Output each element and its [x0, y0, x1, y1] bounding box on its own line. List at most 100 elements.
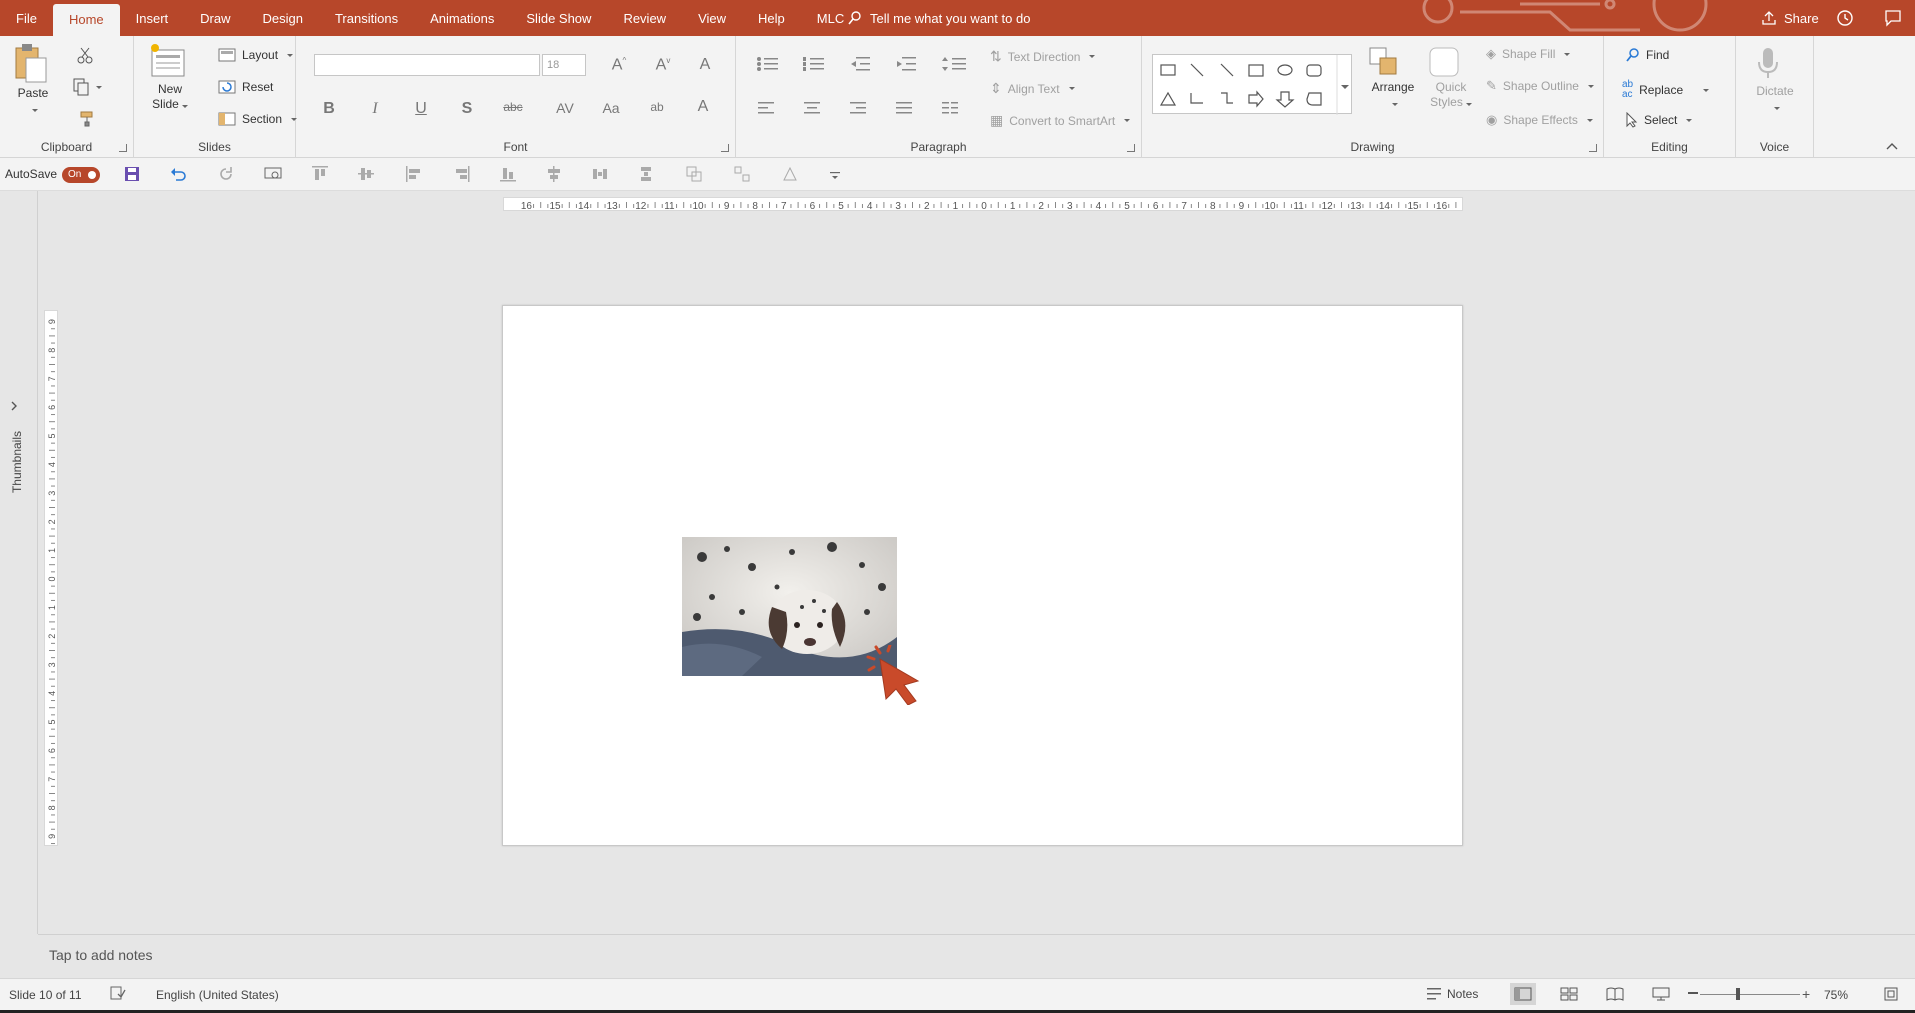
convert-smartart-button[interactable]: ▦ Convert to SmartArt	[990, 112, 1131, 129]
paste-button[interactable]: Paste	[10, 42, 56, 116]
zoom-slider[interactable]	[1700, 988, 1800, 1000]
thumbnails-panel[interactable]: Thumbnails	[0, 191, 38, 934]
shapes-gallery[interactable]	[1152, 54, 1352, 115]
cut-icon[interactable]	[76, 46, 94, 64]
shadow-icon[interactable]: S	[456, 100, 478, 118]
paragraph-launcher[interactable]	[1127, 144, 1135, 152]
arrange-button[interactable]: Arrange	[1366, 44, 1420, 110]
font-launcher[interactable]	[721, 144, 729, 152]
tab-file[interactable]: File	[0, 0, 53, 36]
align-tops-icon[interactable]	[312, 166, 328, 182]
collapse-ribbon-icon[interactable]	[1886, 142, 1898, 150]
language-indicator[interactable]: English (United States)	[156, 988, 279, 1002]
align-left-icon[interactable]	[758, 102, 774, 114]
underline-icon[interactable]: U	[410, 100, 432, 118]
align-middles-icon[interactable]	[358, 166, 374, 182]
new-slide-button[interactable]: New Slide	[148, 42, 192, 112]
replace-button[interactable]: ab ac Replace	[1622, 80, 1710, 100]
tab-transitions[interactable]: Transitions	[319, 0, 414, 36]
autosave-toggle[interactable]: On	[62, 167, 100, 183]
group-icon[interactable]	[686, 166, 702, 182]
justify-icon[interactable]	[896, 102, 912, 114]
reading-view-button[interactable]	[1606, 987, 1624, 1001]
notes-pane[interactable]: Tap to add notes	[38, 934, 1915, 978]
dalmatian-photo[interactable]	[682, 537, 897, 676]
horizontal-ruler[interactable]: 16 15 14 13 12 11 10 9 8 7 6 5 4 3 2 1 0 1 2 3 4 5 6 7 8 9 10 11 12 1…	[503, 197, 1463, 211]
zoom-out-icon[interactable]	[1688, 992, 1698, 994]
dictate-button[interactable]: Dictate	[1750, 44, 1800, 114]
bold-icon[interactable]: B	[318, 100, 340, 118]
zoom-in-icon[interactable]: +	[1802, 986, 1810, 1002]
decrease-indent-icon[interactable]	[850, 56, 872, 72]
align-text-button[interactable]: ⇕ Align Text	[990, 80, 1075, 97]
distribute-horizontally-icon[interactable]	[592, 166, 608, 182]
increase-font-icon[interactable]: A^	[608, 56, 630, 74]
quick-styles-button[interactable]: Quick Styles	[1426, 44, 1476, 110]
font-color-icon[interactable]: A	[692, 98, 714, 116]
tab-view[interactable]: View	[682, 0, 742, 36]
columns-icon[interactable]	[942, 102, 968, 114]
tab-home[interactable]: Home	[52, 4, 120, 36]
notes-toggle-button[interactable]: Notes	[1427, 987, 1478, 1001]
slide-show-button[interactable]	[1652, 987, 1670, 1001]
fit-slide-icon[interactable]	[1884, 987, 1898, 1001]
tab-insert[interactable]: Insert	[120, 0, 185, 36]
align-bottoms-icon[interactable]	[500, 166, 516, 182]
history-icon[interactable]	[1836, 9, 1854, 27]
start-from-beginning-icon[interactable]	[264, 166, 282, 182]
layout-button[interactable]: Layout	[218, 48, 294, 62]
shape-effects-button[interactable]: ◉ Shape Effects	[1486, 112, 1593, 128]
drawing-launcher[interactable]	[1589, 144, 1597, 152]
distribute-vertically-icon[interactable]	[638, 166, 654, 182]
tab-animations[interactable]: Animations	[414, 0, 510, 36]
align-centers-icon[interactable]	[546, 166, 562, 182]
change-case-icon[interactable]: Aa	[600, 100, 622, 116]
format-painter-icon[interactable]	[78, 110, 96, 128]
section-button[interactable]: Section	[218, 112, 298, 126]
save-icon[interactable]	[124, 166, 140, 182]
tab-design[interactable]: Design	[247, 0, 319, 36]
ungroup-icon[interactable]	[734, 166, 750, 182]
align-right-objects-icon[interactable]	[454, 166, 470, 182]
text-direction-button[interactable]: ⇅ Text Direction	[990, 48, 1096, 65]
clipboard-launcher[interactable]	[119, 144, 127, 152]
align-center-icon[interactable]	[804, 102, 820, 114]
zoom-level[interactable]: 75%	[1824, 988, 1848, 1002]
undo-icon[interactable]	[170, 166, 186, 182]
customize-qat-icon[interactable]	[830, 172, 840, 180]
font-name-box[interactable]	[314, 54, 540, 76]
align-left-objects-icon[interactable]	[406, 166, 422, 182]
bullets-icon[interactable]	[756, 56, 786, 72]
shape-outline-button[interactable]: ✎ Shape Outline	[1486, 78, 1594, 94]
clear-formatting-icon[interactable]: A	[694, 56, 716, 74]
normal-view-button[interactable]	[1510, 983, 1536, 1005]
tab-draw[interactable]: Draw	[184, 0, 246, 36]
shape-fill-button[interactable]: ◈ Shape Fill	[1486, 46, 1571, 62]
vertical-ruler[interactable]: 9 8 7 6 5 4 3 2 1 0 1 2 3 4 5 6 7 8 9	[44, 310, 58, 846]
comments-icon[interactable]	[1884, 9, 1902, 27]
numbering-icon[interactable]	[802, 56, 832, 72]
tab-help[interactable]: Help	[742, 0, 801, 36]
find-button[interactable]: Find	[1626, 48, 1669, 62]
slide-canvas[interactable]	[502, 305, 1463, 846]
highlight-icon[interactable]: ab	[646, 100, 668, 114]
slide-sorter-button[interactable]	[1560, 987, 1578, 1001]
decrease-font-icon[interactable]: Av	[652, 56, 674, 74]
tell-me-search[interactable]: Tell me what you want to do	[848, 0, 1030, 36]
spell-check-icon[interactable]	[110, 986, 126, 1000]
zoom-slider-thumb[interactable]	[1736, 988, 1740, 1000]
align-right-icon[interactable]	[850, 102, 866, 114]
reset-button[interactable]: Reset	[218, 80, 273, 94]
select-button[interactable]: Select	[1626, 112, 1693, 128]
strikethrough-icon[interactable]: abc	[502, 100, 524, 114]
tab-review[interactable]: Review	[607, 0, 682, 36]
rotate-icon[interactable]	[782, 166, 798, 182]
italic-icon[interactable]: I	[364, 100, 386, 118]
line-spacing-icon[interactable]	[942, 56, 972, 72]
copy-icon[interactable]	[72, 78, 102, 96]
increase-indent-icon[interactable]	[896, 56, 918, 72]
font-size-box[interactable]: 18	[542, 54, 586, 76]
redo-icon[interactable]	[218, 166, 234, 182]
expand-thumbnails-icon[interactable]	[10, 401, 18, 411]
character-spacing-icon[interactable]: AV	[554, 100, 576, 116]
